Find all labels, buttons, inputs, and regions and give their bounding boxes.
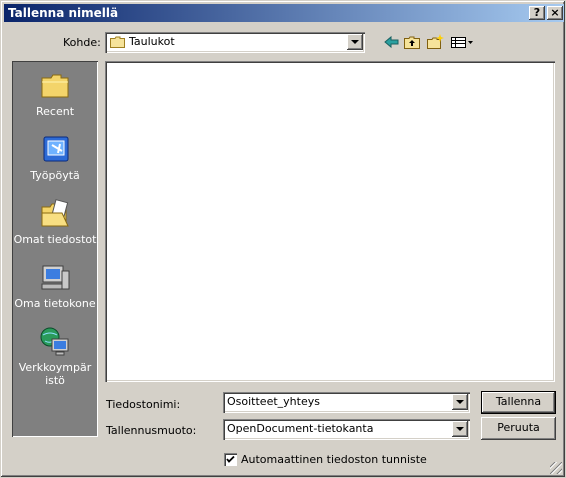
place-label: Recent [35, 105, 75, 118]
resize-grip[interactable] [550, 462, 562, 474]
place-label: Oma tietokone [14, 297, 96, 310]
place-label: Työpöytä [30, 169, 80, 182]
file-list[interactable] [105, 61, 555, 382]
location-label: Kohde: [63, 36, 101, 49]
filetype-value: OpenDocument-tietokanta [227, 422, 374, 435]
filename-dropdown-arrow[interactable] [452, 394, 468, 410]
filetype-dropdown[interactable]: OpenDocument-tietokanta [223, 419, 470, 440]
auto-extension-checkbox[interactable] [224, 453, 237, 466]
filetype-dropdown-arrow[interactable] [452, 421, 468, 437]
checkmark-icon [226, 455, 235, 463]
my-documents-icon [38, 197, 72, 231]
filename-value: Osoitteet_yhteys [227, 395, 320, 408]
place-recent[interactable]: Recent [12, 69, 98, 118]
place-network[interactable]: Verkkoympäristö [12, 325, 98, 387]
folder-icon [110, 36, 125, 48]
filename-label: Tiedostonimi: [106, 398, 181, 411]
desktop-icon [38, 133, 72, 167]
auto-extension-label: Automaattinen tiedoston tunniste [241, 453, 427, 466]
place-label: Verkkoympäristö [18, 361, 92, 387]
location-dropdown-arrow[interactable] [347, 34, 363, 50]
cancel-button[interactable]: Peruuta [481, 417, 556, 440]
save-as-dialog: Tallenna nimellä ? × Kohde: Taulukot Rec… [0, 0, 566, 478]
views-menu-icon[interactable] [450, 34, 474, 50]
close-button[interactable]: × [547, 6, 563, 20]
new-folder-icon[interactable] [426, 34, 444, 50]
filename-input[interactable]: Osoitteet_yhteys [223, 392, 470, 413]
back-arrow-icon[interactable] [383, 34, 401, 50]
place-my-documents[interactable]: Omat tiedostot [12, 197, 98, 246]
help-button[interactable]: ? [529, 6, 545, 20]
place-label: Omat tiedostot [13, 233, 97, 246]
title-bar[interactable]: Tallenna nimellä ? × [4, 4, 564, 22]
up-one-level-icon[interactable] [403, 34, 421, 50]
place-my-computer[interactable]: Oma tietokone [12, 261, 98, 310]
location-value: Taulukot [129, 35, 175, 48]
dialog-title: Tallenna nimellä [8, 6, 119, 20]
network-icon [38, 325, 72, 359]
places-bar: Recent Työpöytä Omat tiedostot Oma tieto… [12, 61, 98, 437]
place-desktop[interactable]: Työpöytä [12, 133, 98, 182]
my-computer-icon [38, 261, 72, 295]
save-button[interactable]: Tallenna [481, 391, 556, 414]
recent-folder-icon [38, 69, 72, 103]
filetype-label: Tallennusmuoto: [106, 424, 197, 437]
location-dropdown[interactable]: Taulukot [105, 32, 365, 53]
